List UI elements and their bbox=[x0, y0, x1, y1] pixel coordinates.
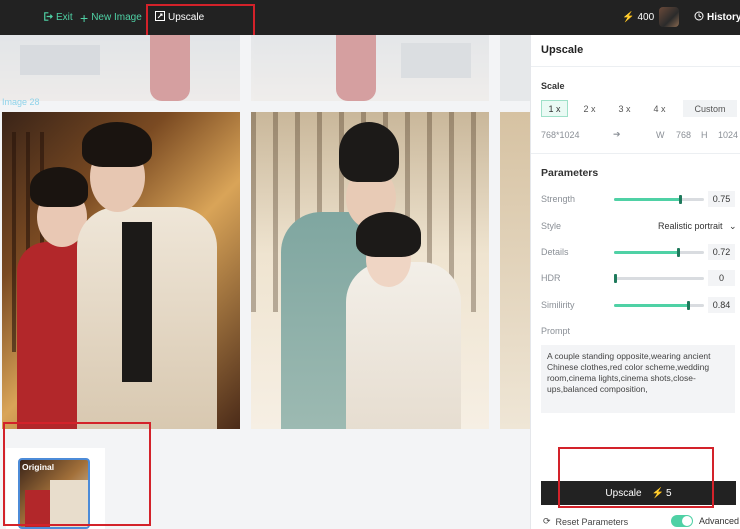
style-label: Style bbox=[541, 221, 562, 231]
reset-icon: ⟳ bbox=[543, 516, 551, 526]
similarity-slider[interactable] bbox=[614, 301, 704, 310]
scale-option-1x[interactable]: 1 x bbox=[541, 100, 568, 117]
advanced-toggle[interactable] bbox=[671, 515, 693, 527]
scale-option-4x[interactable]: 4 x bbox=[646, 100, 673, 117]
arrow-right-icon: ➔ bbox=[613, 129, 621, 139]
scale-option-3x[interactable]: 3 x bbox=[611, 100, 638, 117]
strength-value[interactable]: 0.75 bbox=[708, 191, 735, 207]
reset-parameters-button[interactable]: ⟳ Reset Parameters bbox=[543, 516, 628, 527]
width-label: W bbox=[656, 130, 665, 140]
hdr-slider-handle[interactable] bbox=[614, 274, 617, 283]
style-select[interactable]: Realistic portrait ⌄ bbox=[658, 221, 737, 232]
exit-button[interactable]: Exit bbox=[42, 0, 73, 35]
original-highlight-box bbox=[3, 422, 151, 526]
panel-title: Upscale bbox=[541, 44, 584, 56]
new-image-button[interactable]: + New Image bbox=[80, 0, 142, 35]
clock-icon bbox=[694, 11, 704, 24]
details-label: Details bbox=[541, 247, 569, 257]
width-value[interactable]: 768 bbox=[676, 130, 691, 140]
scale-option-2x[interactable]: 2 x bbox=[576, 100, 603, 117]
new-image-label: New Image bbox=[91, 12, 142, 23]
divider bbox=[531, 153, 740, 154]
strength-slider[interactable] bbox=[614, 195, 704, 204]
divider bbox=[531, 66, 740, 67]
strength-slider-handle[interactable] bbox=[679, 195, 682, 204]
strength-label: Strength bbox=[541, 194, 576, 204]
hdr-value[interactable]: 0 bbox=[708, 270, 735, 286]
chevron-down-icon: ⌄ bbox=[729, 221, 737, 231]
plus-icon: + bbox=[80, 9, 89, 26]
style-value: Realistic portrait bbox=[658, 221, 723, 231]
details-slider-handle[interactable] bbox=[677, 248, 680, 257]
hdr-label: HDR bbox=[541, 273, 561, 283]
credits-value: 400 bbox=[637, 12, 655, 23]
exit-label: Exit bbox=[56, 12, 73, 23]
details-value[interactable]: 0.72 bbox=[708, 244, 735, 260]
history-button[interactable]: History bbox=[694, 0, 740, 35]
image-caption: Image 28 bbox=[2, 97, 40, 107]
details-slider[interactable] bbox=[614, 248, 704, 257]
image-thumbnail-teal-couple[interactable] bbox=[251, 112, 489, 429]
height-value[interactable]: 1024 bbox=[718, 130, 738, 140]
scale-label: Scale bbox=[541, 81, 565, 91]
advanced-label: Advanced bbox=[699, 516, 740, 526]
history-label: History bbox=[707, 12, 740, 23]
avatar[interactable] bbox=[659, 7, 679, 27]
image-thumbnail-red-couple[interactable] bbox=[2, 112, 240, 429]
credits-display: ⚡ 400 bbox=[622, 0, 654, 35]
image-thumbnail[interactable] bbox=[0, 35, 240, 101]
image-thumbnail[interactable] bbox=[500, 112, 530, 429]
hdr-slider[interactable] bbox=[614, 274, 704, 283]
reset-label: Reset Parameters bbox=[555, 516, 629, 527]
prompt-textarea[interactable]: A couple standing opposite,wearing ancie… bbox=[541, 345, 735, 413]
resolution-text: 768*1024 bbox=[541, 130, 580, 140]
image-thumbnail[interactable] bbox=[251, 35, 489, 101]
prompt-label: Prompt bbox=[541, 326, 571, 336]
image-thumbnail[interactable] bbox=[500, 35, 530, 101]
exit-icon bbox=[42, 11, 53, 25]
upscale-button-highlight-box bbox=[558, 447, 714, 508]
scale-option-custom[interactable]: Custom bbox=[683, 100, 737, 117]
lightning-icon: ⚡ bbox=[622, 12, 635, 23]
top-bar: Exit + New Image Upscale ⚡ 400 History bbox=[0, 0, 740, 35]
similarity-value[interactable]: 0.84 bbox=[708, 297, 735, 313]
height-label: H bbox=[701, 130, 708, 140]
parameters-label: Parameters bbox=[541, 167, 599, 179]
similarity-slider-handle[interactable] bbox=[687, 301, 690, 310]
similarity-label: Similirity bbox=[541, 300, 575, 310]
